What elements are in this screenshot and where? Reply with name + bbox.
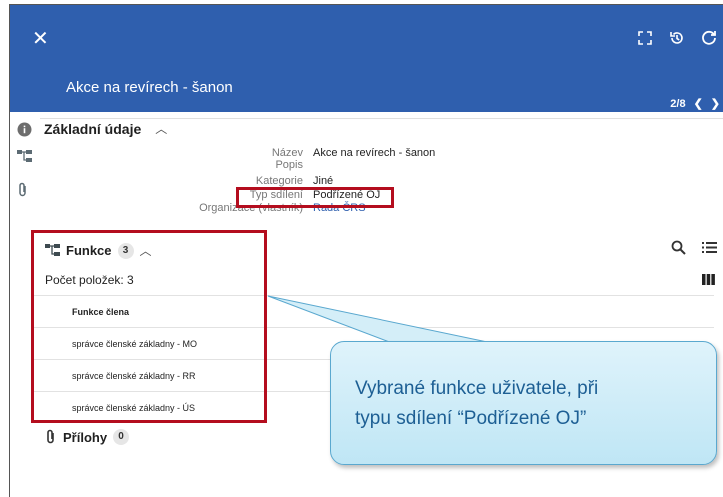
divider xyxy=(40,118,723,119)
section-basic-header[interactable]: Základní údaje ︿ xyxy=(44,120,167,137)
field-value: Jiné xyxy=(313,175,334,187)
section-attachments-header[interactable]: Přílohy 0 xyxy=(45,429,130,445)
section-basic-title: Základní údaje xyxy=(44,120,142,137)
record-pager: 2/8 ❮ ❯ xyxy=(670,97,720,111)
chevron-left-icon[interactable]: ❮ xyxy=(694,97,703,110)
field-label: Kategorie xyxy=(255,175,303,187)
chevron-right-icon[interactable]: ❯ xyxy=(711,97,720,110)
callout-line: typu sdílení “Podřízené OJ” xyxy=(355,408,587,429)
field-row: Popis xyxy=(0,159,714,172)
field-label: Popis xyxy=(275,159,303,171)
search-icon[interactable] xyxy=(671,240,686,255)
highlight-box-functions xyxy=(31,230,267,423)
panel-header: ✕ Akce na revírech - šanon 2/8 ❮ ❯ xyxy=(10,5,723,112)
highlight-box-sharing-type xyxy=(236,187,394,208)
callout-text: Vybrané funkce uživatele, při typu sdíle… xyxy=(355,374,695,434)
functions-toolbar xyxy=(671,240,717,255)
count-badge: 0 xyxy=(113,429,130,445)
field-label: Název xyxy=(271,147,303,159)
section-attachments-title: Přílohy xyxy=(63,429,108,445)
header-toolbar xyxy=(636,29,718,47)
list-icon[interactable] xyxy=(702,241,717,254)
close-icon[interactable]: ✕ xyxy=(32,29,49,49)
record-title: Akce na revírech - šanon xyxy=(66,79,233,96)
refresh-icon[interactable] xyxy=(700,29,718,47)
fullscreen-icon[interactable] xyxy=(636,29,654,47)
columns-icon[interactable] xyxy=(702,274,715,285)
field-value: Akce na revírech - šanon xyxy=(313,147,436,159)
history-icon[interactable] xyxy=(668,29,686,47)
chevron-up-icon[interactable]: ︿ xyxy=(155,120,167,137)
callout-note: Vybrané funkce uživatele, při typu sdíle… xyxy=(330,341,717,465)
info-icon[interactable] xyxy=(17,122,32,142)
paperclip-icon xyxy=(47,429,54,444)
pager-position: 2/8 xyxy=(670,97,686,110)
callout-line: Vybrané funkce uživatele, při xyxy=(355,378,599,399)
